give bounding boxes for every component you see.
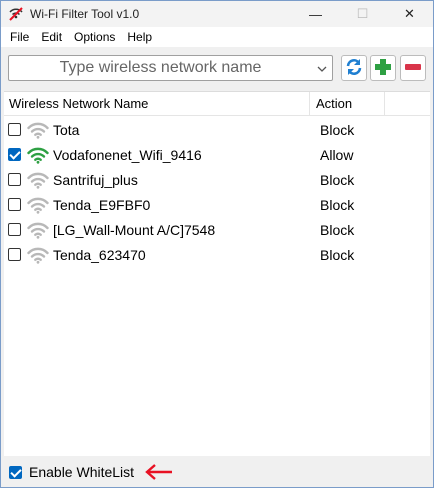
refresh-button[interactable] [341, 55, 367, 81]
window-title: Wi-Fi Filter Tool v1.0 [30, 7, 140, 21]
refresh-icon [344, 57, 364, 80]
enable-whitelist-label[interactable]: Enable WhiteList [29, 464, 134, 480]
table-row[interactable]: Vodafonenet_Wifi_9416 Allow [4, 142, 430, 167]
row-checkbox[interactable] [8, 148, 21, 161]
toolbar: Type wireless network name [1, 47, 433, 89]
network-name-cell: [LG_Wall-Mount A/C]7548 [53, 221, 216, 238]
list-rows: Tota Block Vodafonenet_Wifi_9416 Allow Santr… [4, 117, 430, 267]
table-row[interactable]: Tenda_623470 Block [4, 242, 430, 267]
table-row[interactable]: Tenda_E9FBF0 Block [4, 192, 430, 217]
footer-bar: Enable WhiteList [1, 457, 433, 487]
menu-options[interactable]: Options [68, 27, 121, 47]
menu-edit[interactable]: Edit [35, 27, 68, 47]
network-list[interactable]: Wireless Network Name Action Tota Block Vo… [4, 91, 430, 456]
column-header-action[interactable]: Action [310, 92, 385, 116]
menu-file[interactable]: File [4, 27, 35, 47]
network-name-cell: Tenda_E9FBF0 [53, 196, 151, 213]
app-logo-icon [8, 6, 24, 22]
row-checkbox[interactable] [8, 223, 21, 236]
wifi-signal-icon [27, 196, 49, 214]
table-row[interactable]: Santrifuj_plus Block [4, 167, 430, 192]
wifi-signal-icon [27, 246, 49, 264]
network-action-cell[interactable]: Block [320, 247, 354, 263]
plus-icon [373, 57, 393, 80]
network-action-cell[interactable]: Allow [320, 147, 353, 163]
table-row[interactable]: Tota Block [4, 117, 430, 142]
network-action-cell[interactable]: Block [320, 222, 354, 238]
wifi-signal-icon [27, 146, 49, 164]
wifi-signal-icon [27, 171, 49, 189]
network-name-cell: Vodafonenet_Wifi_9416 [53, 146, 202, 163]
add-network-button[interactable] [370, 55, 396, 81]
table-row[interactable]: [LG_Wall-Mount A/C]7548 Block [4, 217, 430, 242]
column-header-name[interactable]: Wireless Network Name [4, 92, 310, 116]
chevron-down-icon[interactable] [317, 63, 327, 73]
network-name-cell: Tota [53, 121, 80, 138]
network-action-cell[interactable]: Block [320, 172, 354, 188]
menu-bar: File Edit Options Help [1, 27, 433, 47]
menu-help[interactable]: Help [121, 27, 158, 47]
row-checkbox[interactable] [8, 123, 21, 136]
minimize-button[interactable]: — [292, 1, 339, 27]
row-checkbox[interactable] [8, 173, 21, 186]
network-action-cell[interactable]: Block [320, 197, 354, 213]
list-header: Wireless Network Name Action [4, 92, 430, 116]
window-controls: — ☐ ✕ [292, 1, 433, 27]
minus-icon [403, 57, 423, 80]
network-name-combobox[interactable]: Type wireless network name [8, 55, 333, 81]
network-name-placeholder: Type wireless network name [59, 59, 262, 76]
remove-network-button[interactable] [400, 55, 426, 81]
row-checkbox[interactable] [8, 198, 21, 211]
maximize-button[interactable]: ☐ [339, 1, 386, 27]
network-action-cell[interactable]: Block [320, 122, 354, 138]
wifi-signal-icon [27, 121, 49, 139]
title-bar[interactable]: Wi-Fi Filter Tool v1.0 — ☐ ✕ [1, 1, 433, 27]
app-window: Wi-Fi Filter Tool v1.0 — ☐ ✕ File Edit O… [0, 0, 434, 488]
wifi-signal-icon [27, 221, 49, 239]
row-checkbox[interactable] [8, 248, 21, 261]
enable-whitelist-checkbox[interactable] [9, 465, 22, 479]
close-button[interactable]: ✕ [386, 1, 433, 27]
network-name-cell: Santrifuj_plus [53, 171, 138, 188]
network-name-cell: Tenda_623470 [53, 246, 146, 263]
left-arrow-icon [144, 462, 174, 482]
